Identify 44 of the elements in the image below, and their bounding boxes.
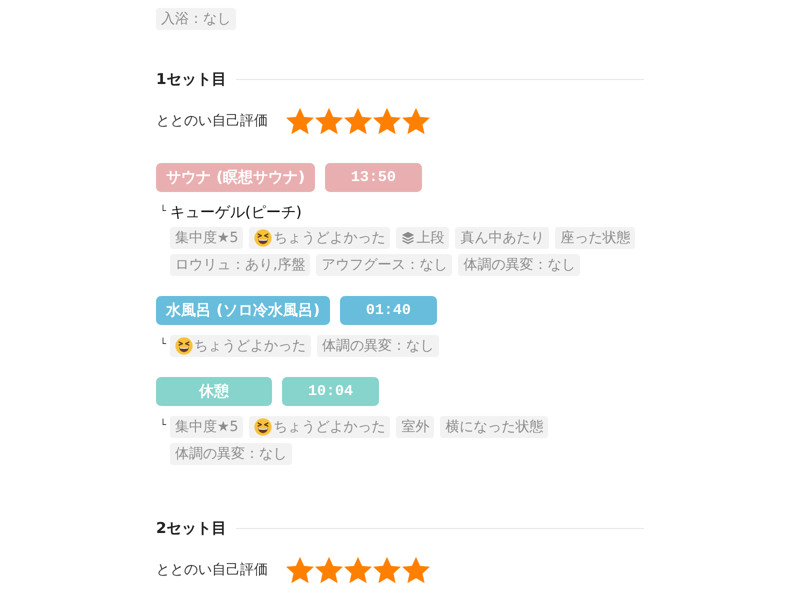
condition-tag: 体調の異変：なし	[170, 443, 292, 465]
condition-tag: 横になった状態	[440, 416, 548, 438]
condition-tag: アウフグース：なし	[316, 254, 452, 276]
branch-mark: └	[158, 418, 168, 433]
condition-tag: ロウリュ：あり,序盤	[170, 254, 310, 276]
branch-mark: └	[158, 205, 168, 219]
condition-text: ちょうどよかった	[194, 337, 306, 356]
layers-icon	[401, 231, 416, 245]
star-icon	[402, 556, 430, 584]
star-icon	[402, 107, 430, 135]
star-icon	[286, 107, 314, 135]
step-name-label: サウナ (瞑想サウナ)	[156, 163, 315, 192]
star-icon	[344, 107, 372, 135]
set-heading: 2セット目	[156, 518, 226, 538]
set-heading: 1セット目	[156, 69, 226, 89]
star-icon	[373, 556, 401, 584]
step-name-label: 休憩	[156, 377, 272, 406]
condition-text: ちょうどよかった	[273, 418, 386, 437]
step-duration-label: 01:40	[340, 296, 437, 325]
grinning-squinting-face-icon	[254, 229, 272, 247]
star-icon	[373, 107, 401, 135]
step-name-label: 水風呂 (ソロ冷水風呂)	[156, 296, 330, 325]
grinning-squinting-face-icon	[175, 337, 193, 355]
condition-text: 上段	[416, 229, 444, 248]
condition-tag: 体調の異変：なし	[458, 254, 580, 276]
star-icon	[315, 107, 343, 135]
condition-tag: 真ん中あたり	[455, 227, 550, 249]
rating-label: ととのい自己評価	[156, 561, 268, 579]
grinning-squinting-face-icon	[254, 418, 272, 436]
star-icon	[344, 556, 372, 584]
star-icon	[286, 556, 314, 584]
condition-tag: 集中度★5	[170, 416, 244, 438]
condition-text: ちょうどよかった	[273, 229, 386, 248]
star-icon	[315, 556, 343, 584]
step-detail-text: キューゲル(ピーチ)	[170, 202, 302, 222]
condition-tag: 体調の異変：なし	[317, 335, 439, 357]
condition-tag: 入浴：なし	[156, 8, 236, 30]
condition-tag: 集中度★5	[170, 227, 244, 249]
rating-label: ととのい自己評価	[156, 112, 268, 130]
step-duration-label: 13:50	[324, 163, 422, 192]
branch-mark: └	[158, 336, 168, 352]
step-duration-label: 10:04	[282, 377, 379, 406]
condition-tag: 室外	[396, 416, 434, 438]
condition-tag: 座った状態	[555, 227, 636, 249]
